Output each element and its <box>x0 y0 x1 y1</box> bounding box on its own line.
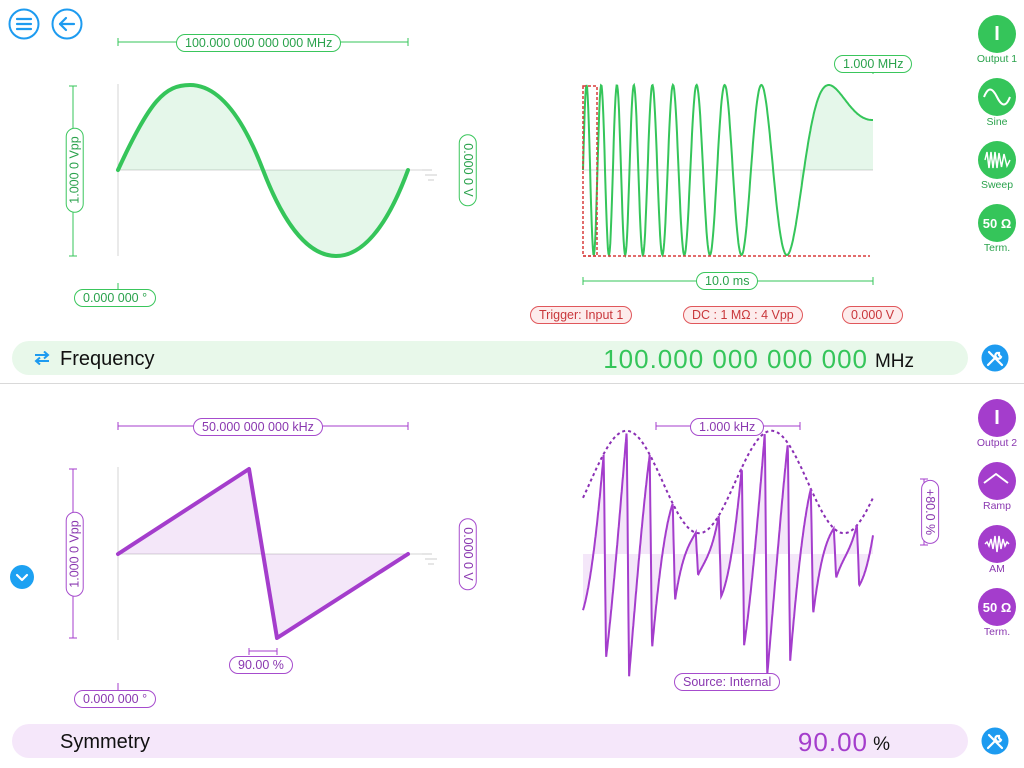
channel1-amplitude-label[interactable]: 1.000 0 Vpp <box>65 127 84 213</box>
output2-toggle-button[interactable]: I <box>978 399 1016 437</box>
channel2-offset-label[interactable]: 0.000 0 V <box>458 518 477 590</box>
am-depth-label[interactable]: +80.0 % <box>921 479 940 545</box>
channel2-parameter-name: Symmetry <box>60 731 150 753</box>
sweep-mode-button[interactable] <box>978 141 1016 179</box>
channel1-parameter-value[interactable]: 100.000 000 000 000 <box>603 344 868 375</box>
channel2-parameter-value[interactable]: 90.00 <box>798 727 868 758</box>
sweep-label: Sweep <box>980 179 1014 191</box>
channel2-amplitude-label[interactable]: 1.000 0 Vpp <box>65 511 84 597</box>
channel2-parameter-unit: % <box>873 734 890 755</box>
trigger-level-label[interactable]: 0.000 V <box>842 306 904 324</box>
swap-arrows-icon[interactable] <box>34 351 50 365</box>
sweep-wave-fill <box>800 85 873 194</box>
channel1-sweep-time-label[interactable]: 10.0 ms <box>696 272 759 290</box>
channel1-termination-label: Term. <box>983 242 1011 254</box>
channel1-parameter-bar[interactable]: Frequency 100.000 000 000 000 MHz <box>12 341 968 375</box>
output1-label: Output 1 <box>976 53 1018 65</box>
chevron-down-icon[interactable] <box>10 565 34 589</box>
output2-label: Output 2 <box>976 437 1018 449</box>
channel2-symmetry-marker-label[interactable]: 90.00 % <box>229 656 293 674</box>
wrench-screwdriver-icon[interactable] <box>981 344 1009 372</box>
ramp-icon <box>983 473 1009 484</box>
channel1-offset-label[interactable]: 0.000 0 V <box>458 134 477 206</box>
am-frequency-label[interactable]: 1.000 kHz <box>690 418 765 436</box>
ramp-waveform-button[interactable] <box>978 462 1016 500</box>
channel1-sweep-stop-label[interactable]: 1.000 MHz <box>834 55 913 73</box>
channel2-phase-label[interactable]: 0.000 000 ° <box>74 690 157 708</box>
channel2-termination-label: Term. <box>983 626 1011 638</box>
am-icon <box>984 535 1010 553</box>
ramp-label: Ramp <box>982 500 1011 512</box>
am-mode-button[interactable] <box>978 525 1016 563</box>
trigger-coupling-label[interactable]: DC : 1 MΩ : 4 Vpp <box>683 306 803 324</box>
wrench-screwdriver-icon[interactable] <box>981 727 1009 755</box>
sweep-icon <box>984 151 1011 169</box>
channel2-frequency-label[interactable]: 50.000 000 000 kHz <box>193 418 323 436</box>
output1-toggle-button[interactable]: I <box>978 15 1016 53</box>
channel1-termination-button[interactable]: 50 Ω <box>978 204 1016 242</box>
channel1-phase-label[interactable]: 0.000 000 ° <box>74 289 157 307</box>
channel1-parameter-unit: MHz <box>874 351 914 372</box>
am-label: AM <box>989 563 1005 575</box>
channel1-parameter-name: Frequency <box>60 348 155 370</box>
channel2-termination-button[interactable]: 50 Ω <box>978 588 1016 626</box>
sine-waveform-button[interactable] <box>978 78 1016 116</box>
channel2-parameter-bar[interactable]: Symmetry 90.00 % <box>12 724 968 758</box>
channel2-waveform-preview[interactable] <box>0 384 960 720</box>
sine-label: Sine <box>986 116 1008 128</box>
channel1-frequency-label[interactable]: 100.000 000 000 000 MHz <box>176 34 342 52</box>
sine-icon <box>983 88 1011 106</box>
trigger-source-label[interactable]: Trigger: Input 1 <box>530 306 633 324</box>
am-source-label[interactable]: Source: Internal <box>674 673 781 691</box>
